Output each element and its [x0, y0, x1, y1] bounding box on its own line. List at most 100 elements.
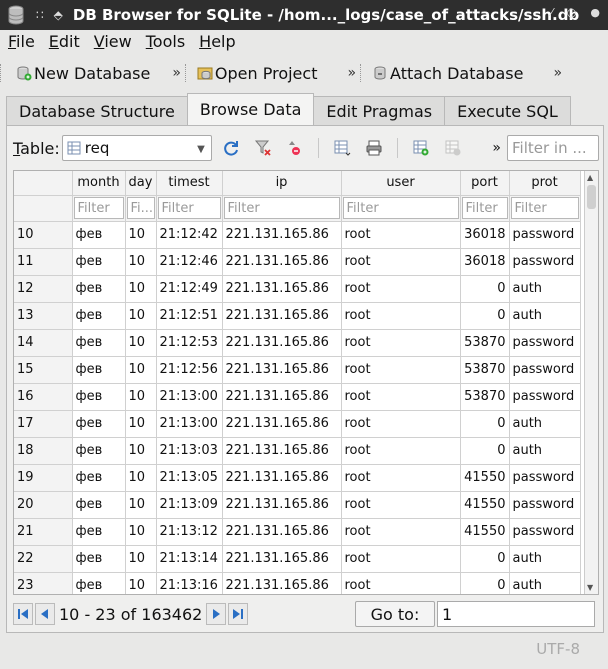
menu-file[interactable]: File [8, 32, 35, 51]
cell-month[interactable]: фев [72, 464, 126, 492]
cell-user[interactable]: root [341, 221, 461, 249]
open-project-button[interactable]: Open Project [197, 64, 317, 83]
cell-month[interactable]: фев [72, 248, 126, 276]
last-record-button[interactable] [228, 603, 249, 625]
cell-day[interactable]: 10 [125, 572, 157, 594]
menu-help[interactable]: Help [199, 32, 235, 51]
table-row[interactable]: 10 фев 10 21:12:42 221.131.165.86 root 36018 pa… [14, 221, 581, 249]
tab-execute-sql[interactable]: Execute SQL [444, 96, 571, 126]
cell-port[interactable]: 41550 [460, 491, 510, 519]
print-icon[interactable] [365, 139, 383, 157]
scroll-down-icon[interactable]: ▼ [587, 583, 593, 592]
cell-prot[interactable]: password [509, 464, 581, 492]
cell-user[interactable]: root [341, 248, 461, 276]
filter-day-input[interactable]: Fi... [126, 197, 155, 219]
save-table-icon[interactable] [333, 139, 351, 157]
column-header-day[interactable]: day [125, 171, 157, 196]
filter-user-input[interactable]: Filter [342, 197, 459, 219]
cell-port[interactable]: 41550 [460, 464, 510, 492]
cell-timest[interactable]: 21:13:00 [156, 383, 223, 411]
cell-month[interactable]: фев [72, 383, 126, 411]
cell-month[interactable]: фев [72, 572, 126, 594]
cell-user[interactable]: root [341, 518, 461, 546]
cell-timest[interactable]: 21:13:14 [156, 545, 223, 573]
cell-day[interactable]: 10 [125, 518, 157, 546]
row-number[interactable]: 10 [14, 221, 73, 249]
table-row[interactable]: 12 фев 10 21:12:49 221.131.165.86 root 0 auth [14, 275, 581, 303]
row-number[interactable]: 17 [14, 410, 73, 438]
cell-timest[interactable]: 21:12:56 [156, 356, 223, 384]
cell-user[interactable]: root [341, 383, 461, 411]
cell-ip[interactable]: 221.131.165.86 [222, 437, 342, 465]
cell-month[interactable]: фев [72, 329, 126, 357]
tab-database-structure[interactable]: Database Structure [6, 96, 188, 126]
cell-ip[interactable]: 221.131.165.86 [222, 464, 342, 492]
cell-timest[interactable]: 21:12:46 [156, 248, 223, 276]
cell-month[interactable]: фев [72, 275, 126, 303]
cell-month[interactable]: фев [72, 356, 126, 384]
cell-day[interactable]: 10 [125, 302, 157, 330]
cell-port[interactable]: 53870 [460, 356, 510, 384]
cell-port[interactable]: 0 [460, 545, 510, 573]
cell-timest[interactable]: 21:13:03 [156, 437, 223, 465]
cell-user[interactable]: root [341, 302, 461, 330]
cell-timest[interactable]: 21:12:51 [156, 302, 223, 330]
previous-record-button[interactable] [35, 603, 55, 625]
table-row[interactable]: 14 фев 10 21:12:53 221.131.165.86 root 53870 pa… [14, 329, 581, 357]
cell-month[interactable]: фев [72, 437, 126, 465]
cell-user[interactable]: root [341, 437, 461, 465]
menu-edit[interactable]: Edit [49, 32, 80, 51]
table-select[interactable]: req ▼ [61, 135, 212, 161]
column-header-ip[interactable]: ip [222, 171, 342, 196]
filter-all-input[interactable]: Filter in ... [507, 135, 599, 161]
toolbar-overflow-2[interactable]: » [347, 65, 356, 81]
cell-user[interactable]: root [341, 410, 461, 438]
new-database-button[interactable]: New Database [16, 64, 150, 83]
cell-day[interactable]: 10 [125, 464, 157, 492]
cell-month[interactable]: фев [72, 491, 126, 519]
row-number[interactable]: 16 [14, 383, 73, 411]
cell-timest[interactable]: 21:13:12 [156, 518, 223, 546]
filter-toolbar-overflow[interactable]: » [492, 140, 501, 156]
insert-record-icon[interactable] [412, 139, 430, 157]
close-icon[interactable]: ● [590, 6, 600, 19]
table-row[interactable]: 19 фев 10 21:13:05 221.131.165.86 root 41550 pa… [14, 464, 581, 492]
cell-user[interactable]: root [341, 356, 461, 384]
cell-user[interactable]: root [341, 572, 461, 594]
toolbar-overflow-1[interactable]: » [172, 65, 181, 81]
first-record-button[interactable] [13, 603, 33, 625]
table-row[interactable]: 17 фев 10 21:13:00 221.131.165.86 root 0 auth [14, 410, 581, 438]
tab-edit-pragmas[interactable]: Edit Pragmas [313, 96, 446, 126]
row-number[interactable]: 13 [14, 302, 73, 330]
column-header-prot[interactable]: prot [509, 171, 581, 196]
corner-header[interactable] [14, 171, 73, 196]
cell-month[interactable]: фев [72, 302, 126, 330]
cell-day[interactable]: 10 [125, 356, 157, 384]
cell-ip[interactable]: 221.131.165.86 [222, 572, 342, 594]
cell-ip[interactable]: 221.131.165.86 [222, 302, 342, 330]
cell-port[interactable]: 0 [460, 437, 510, 465]
cell-port[interactable]: 0 [460, 275, 510, 303]
cell-ip[interactable]: 221.131.165.86 [222, 221, 342, 249]
menu-view[interactable]: View [94, 32, 132, 51]
cell-ip[interactable]: 221.131.165.86 [222, 248, 342, 276]
row-number[interactable]: 14 [14, 329, 73, 357]
cell-timest[interactable]: 21:12:49 [156, 275, 223, 303]
next-record-button[interactable] [206, 603, 227, 625]
cell-day[interactable]: 10 [125, 248, 157, 276]
table-row[interactable]: 20 фев 10 21:13:09 221.131.165.86 root 41550 pa… [14, 491, 581, 519]
cell-prot[interactable]: auth [509, 545, 581, 573]
cell-timest[interactable]: 21:13:16 [156, 572, 223, 594]
cell-user[interactable]: root [341, 329, 461, 357]
filter-ip-input[interactable]: Filter [223, 197, 340, 219]
keep-above-icon[interactable]: ⬘ [54, 8, 63, 22]
cell-prot[interactable]: password [509, 491, 581, 519]
cell-timest[interactable]: 21:13:00 [156, 410, 223, 438]
toolbar-overflow-3[interactable]: » [553, 65, 562, 81]
cell-ip[interactable]: 221.131.165.86 [222, 356, 342, 384]
cell-prot[interactable]: password [509, 518, 581, 546]
maximize-icon[interactable]: ○ [567, 6, 577, 19]
scrollbar-thumb[interactable] [587, 185, 596, 209]
clear-sorting-icon[interactable] [286, 139, 304, 157]
row-number[interactable]: 19 [14, 464, 73, 492]
